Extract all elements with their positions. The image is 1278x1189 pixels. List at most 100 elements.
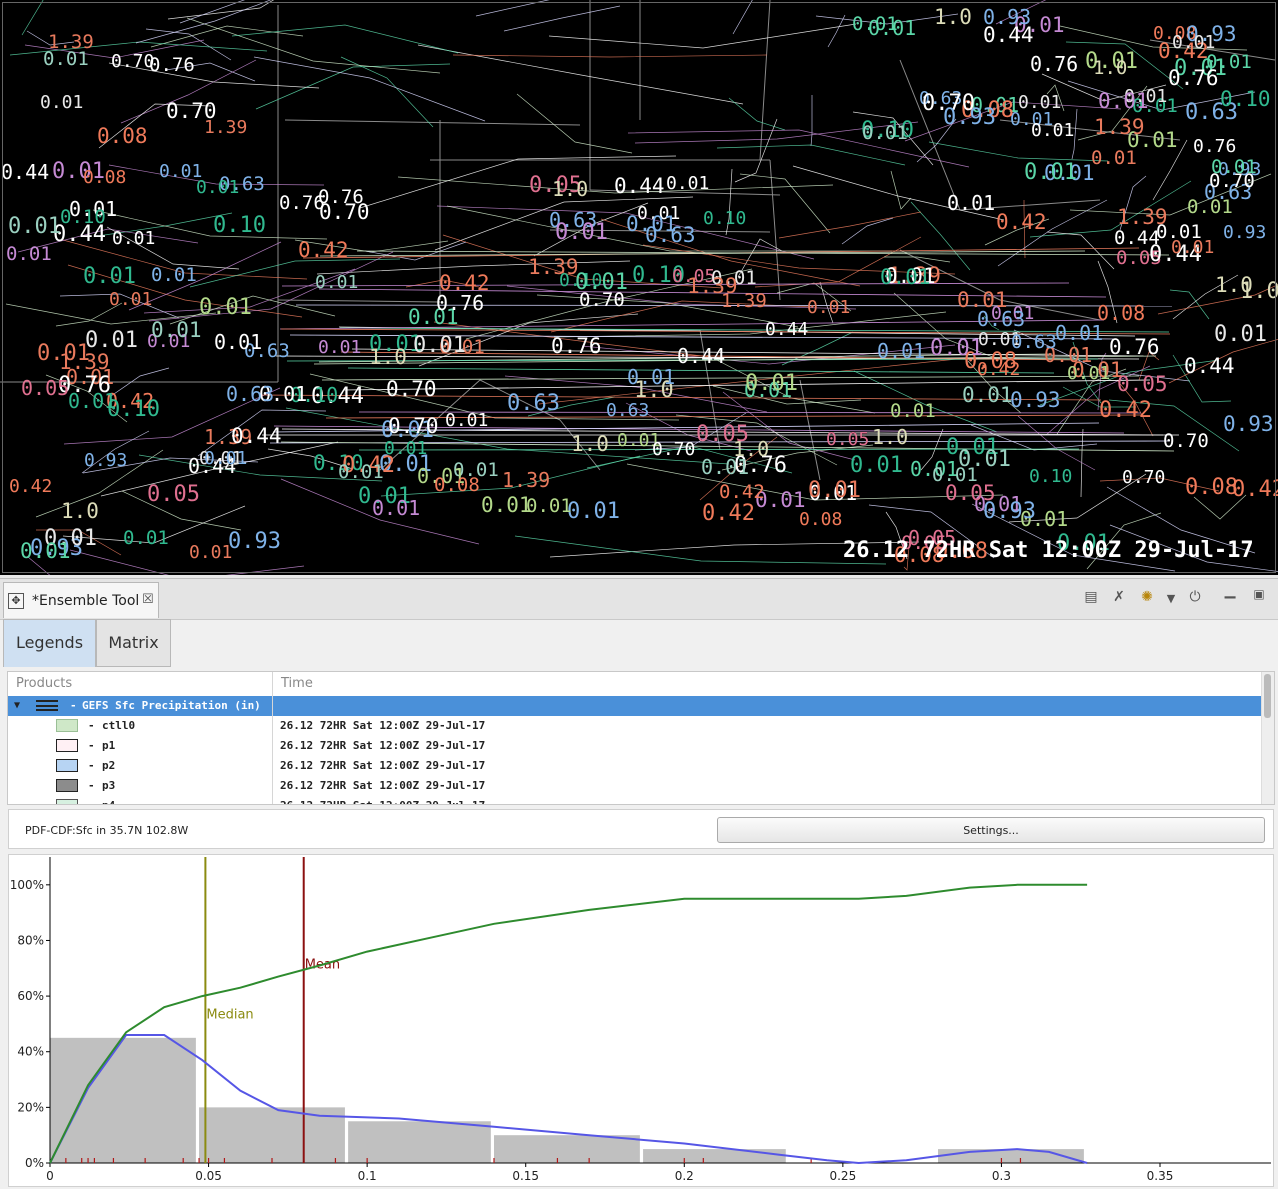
legend-line-style: - bbox=[88, 779, 95, 792]
trajectory-line bbox=[231, 24, 459, 54]
legend-line-style: - bbox=[88, 799, 95, 804]
station-value: 0.44 bbox=[231, 424, 282, 448]
view-tab-bar: ✥ *Ensemble Tool ☒ ▤ ✗ ✺ ▼ ⏻ ▁ ▣ bbox=[0, 579, 1278, 620]
state-boundary bbox=[769, 159, 781, 301]
station-value: 0.93 bbox=[1223, 412, 1274, 436]
gears-icon[interactable]: ✺ bbox=[1137, 589, 1157, 605]
legend-member-time: 26.12 72HR Sat 12:00Z 29-Jul-17 bbox=[280, 719, 486, 732]
close-tab-icon[interactable]: ☒ bbox=[142, 592, 154, 607]
state-boundary bbox=[284, 119, 581, 126]
chart-header-panel: PDF-CDF:Sfc in 35.7N 102.8W Settings... bbox=[8, 809, 1274, 849]
legend-row-ctll0[interactable]: - ctll0 26.12 72HR Sat 12:00Z 29-Jul-17 bbox=[8, 716, 1264, 736]
properties-icon[interactable]: ▤ bbox=[1081, 589, 1101, 605]
station-value: 0.42 bbox=[977, 359, 1021, 380]
power-icon[interactable]: ⏻ bbox=[1185, 589, 1205, 605]
legend-scrollbar-thumb[interactable] bbox=[1264, 674, 1271, 718]
station-value: 0.01 bbox=[372, 496, 421, 520]
x-tick-label: 0.3 bbox=[992, 1169, 1011, 1183]
group-dash: - bbox=[70, 699, 77, 712]
station-value: 0.01 bbox=[555, 220, 608, 245]
station-value: 0.01 bbox=[214, 330, 263, 354]
trajectory-line bbox=[340, 56, 434, 128]
legend-row-p1[interactable]: - p1 26.12 72HR Sat 12:00Z 29-Jul-17 bbox=[8, 736, 1264, 756]
station-value: 0.01 bbox=[1187, 196, 1233, 218]
column-header-time[interactable]: Time bbox=[281, 676, 313, 691]
station-value: 0.01 bbox=[196, 177, 240, 198]
station-value: 0.01 bbox=[666, 173, 710, 194]
station-value: 0.42 bbox=[1232, 477, 1278, 502]
station-value: 0.08 bbox=[1097, 301, 1146, 325]
legend-member-name: p4 bbox=[102, 799, 115, 804]
station-value: 0.01 bbox=[315, 272, 359, 293]
station-value: 0.93 bbox=[228, 529, 281, 554]
station-value: 0.01 bbox=[40, 92, 84, 113]
legend-color-swatch[interactable] bbox=[56, 719, 78, 732]
station-value: 0.01 bbox=[413, 333, 466, 358]
legend-color-swatch[interactable] bbox=[56, 759, 78, 772]
ensemble-tool-tab[interactable]: ✥ *Ensemble Tool ☒ bbox=[3, 582, 159, 618]
station-value: 0.93 bbox=[943, 105, 996, 130]
station-value: 0.63 bbox=[1011, 331, 1057, 353]
maximize-icon[interactable]: ▣ bbox=[1249, 587, 1269, 601]
histogram-bar bbox=[494, 1135, 640, 1163]
station-value: 0.01 bbox=[85, 328, 138, 353]
x-tick-label: 0.35 bbox=[1147, 1169, 1174, 1183]
trajectory-line bbox=[1169, 289, 1210, 320]
station-value: 1.39 bbox=[48, 31, 94, 53]
histogram-bar bbox=[643, 1149, 786, 1163]
station-value: 0.01 bbox=[318, 337, 362, 358]
tab-matrix[interactable]: Matrix bbox=[96, 619, 171, 667]
legend-row-p4[interactable]: - p4 26.12 72HR Sat 12:00Z 29-Jul-17 bbox=[8, 796, 1264, 804]
station-value: 0.42 bbox=[719, 481, 765, 503]
ensemble-tool-title: *Ensemble Tool bbox=[32, 593, 140, 609]
column-header-products[interactable]: Products bbox=[16, 676, 72, 691]
station-value: 0.01 bbox=[850, 453, 903, 478]
x-tick-label: 0.05 bbox=[195, 1169, 222, 1183]
legend-group-row[interactable]: ▼ - GEFS Sfc Precipitation (in) bbox=[8, 696, 1264, 716]
legend-table-header: Products Time bbox=[8, 672, 1264, 697]
y-tick-label: 20% bbox=[17, 1100, 44, 1114]
column-divider bbox=[272, 672, 273, 804]
station-value: 0.76 bbox=[1109, 335, 1160, 359]
legend-member-name: p3 bbox=[102, 779, 116, 792]
settings-button[interactable]: Settings... bbox=[717, 817, 1265, 843]
legend-member-time: 26.12 72HR Sat 12:00Z 29-Jul-17 bbox=[280, 759, 486, 772]
station-value: 0.01 bbox=[957, 288, 1008, 312]
legend-member-time: 26.12 72HR Sat 12:00Z 29-Jul-17 bbox=[280, 739, 486, 752]
trajectory-line bbox=[347, 367, 1055, 374]
trajectory-line bbox=[778, 211, 922, 239]
legend-color-swatch[interactable] bbox=[56, 779, 78, 792]
map-display[interactable]: 0.01 0.01 0.01 0.01 0.01 0.01 0.01 0.44 0.42 0.63… bbox=[0, 0, 1278, 575]
state-boundary bbox=[277, 299, 441, 303]
trajectory-line bbox=[417, 44, 744, 105]
legend-color-swatch[interactable] bbox=[56, 799, 78, 804]
station-value: 0.63 bbox=[507, 391, 560, 416]
legend-row-p2[interactable]: - p2 26.12 72HR Sat 12:00Z 29-Jul-17 bbox=[8, 756, 1264, 776]
station-value: 0.10 bbox=[60, 206, 106, 228]
legend-color-swatch[interactable] bbox=[56, 739, 78, 752]
x-tick-label: 0.2 bbox=[675, 1169, 694, 1183]
station-value: 0.44 bbox=[677, 344, 726, 368]
station-value: 0.01 bbox=[83, 264, 136, 289]
legend-row-p3[interactable]: - p3 26.12 72HR Sat 12:00Z 29-Jul-17 bbox=[8, 776, 1264, 796]
collapse-arrow-icon[interactable]: ▼ bbox=[14, 700, 20, 711]
station-value: 0.01 bbox=[862, 122, 908, 144]
station-value: 0.01 bbox=[112, 228, 156, 249]
station-value: 1.39 bbox=[528, 255, 579, 279]
legend-scrollbar[interactable] bbox=[1261, 672, 1274, 804]
trajectory-line bbox=[514, 535, 887, 565]
wrench-icon[interactable]: ✗ bbox=[1109, 589, 1129, 605]
minimize-icon[interactable]: ▁ bbox=[1220, 583, 1240, 599]
histogram-bar bbox=[348, 1121, 491, 1163]
legend-member-name: p1 bbox=[102, 739, 116, 752]
station-value: 0.44 bbox=[765, 319, 809, 340]
y-tick-label: 40% bbox=[17, 1045, 44, 1059]
station-value: 0.01 bbox=[1067, 363, 1111, 384]
tab-legends[interactable]: Legends bbox=[3, 619, 96, 667]
station-value: 0.10 bbox=[703, 208, 747, 229]
trajectory-line bbox=[150, 25, 304, 48]
legend-member-name: p2 bbox=[102, 759, 116, 772]
station-value: 0.01 bbox=[626, 212, 677, 236]
view-menu-icon[interactable]: ▼ bbox=[1161, 592, 1181, 605]
legend-line-style: - bbox=[88, 759, 95, 772]
